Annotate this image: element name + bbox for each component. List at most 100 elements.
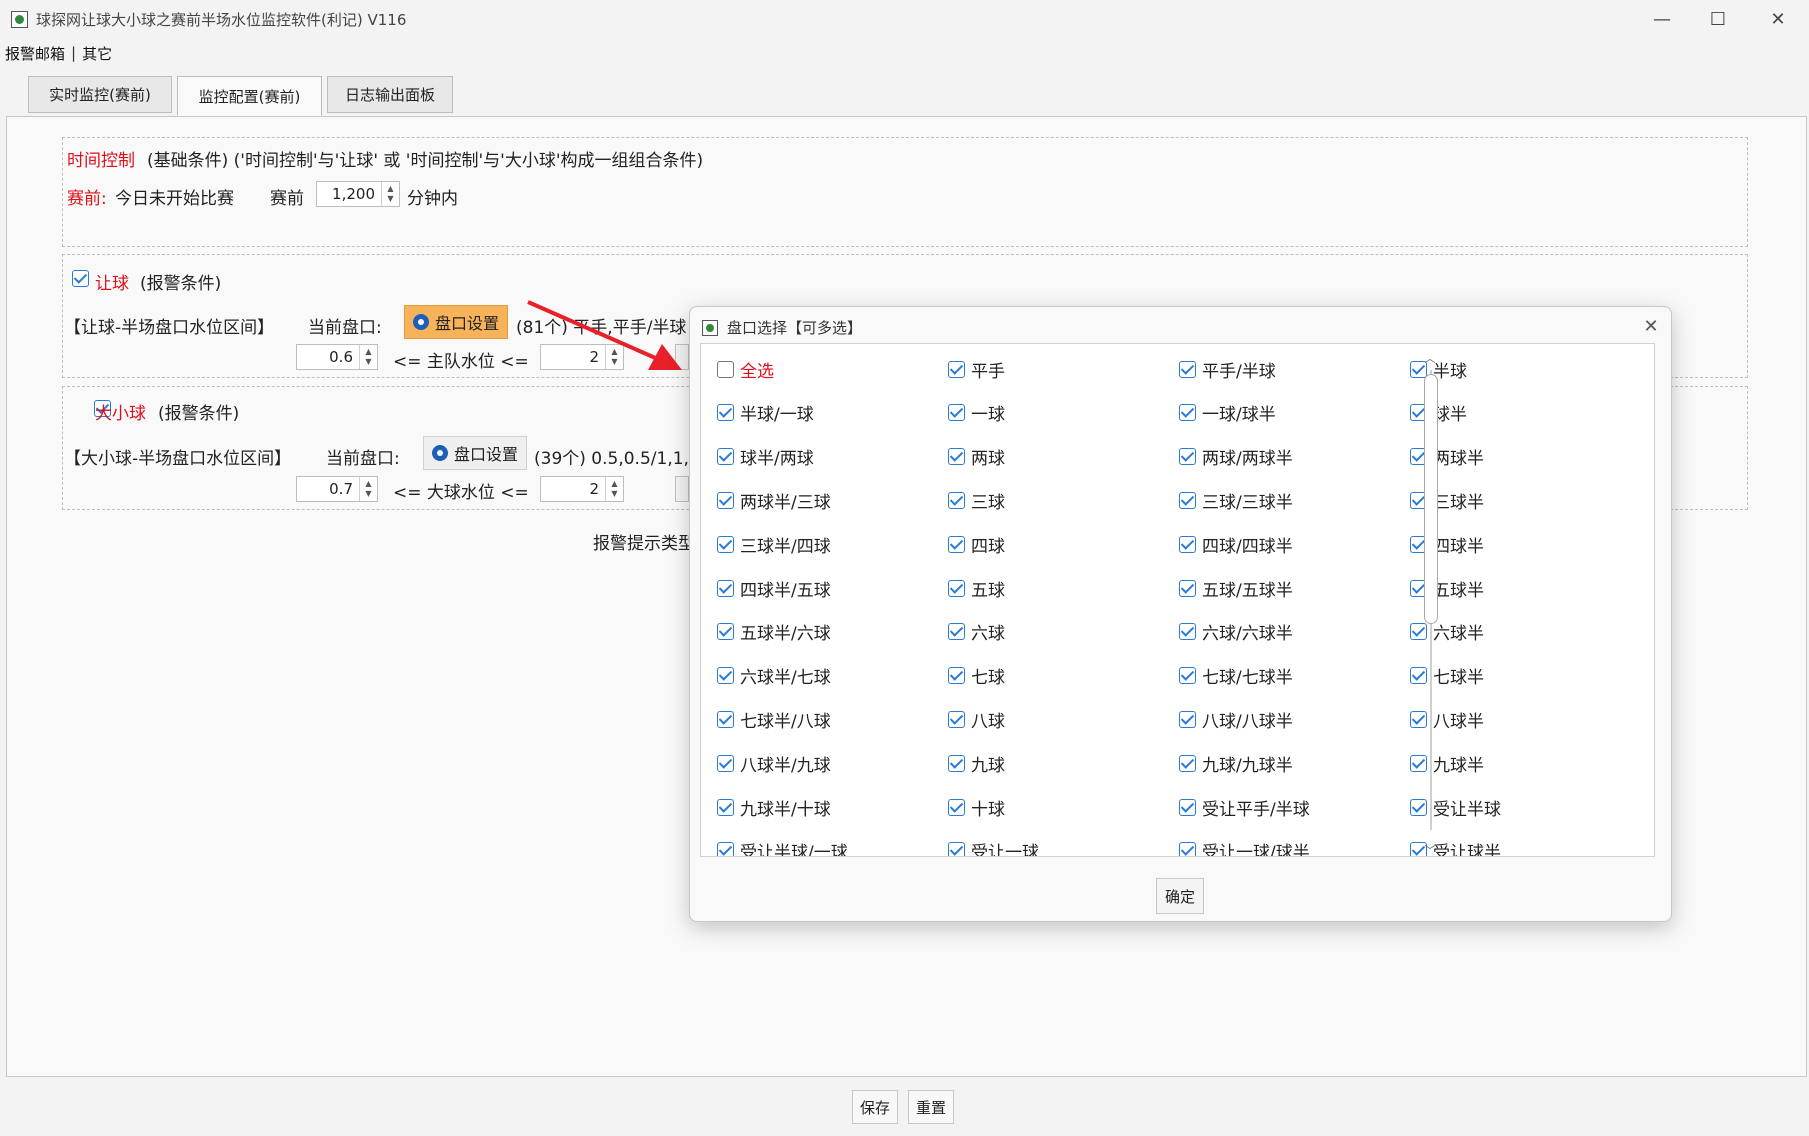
stepper-arrows-icon[interactable]: ▲ ▼ bbox=[359, 477, 377, 501]
dialog-close-button[interactable]: ✕ bbox=[1638, 313, 1664, 339]
save-button[interactable]: 保存 bbox=[852, 1090, 898, 1124]
over-under-max-stepper[interactable]: 2 ▲ ▼ bbox=[540, 476, 624, 502]
handicap-option[interactable]: 三球半 bbox=[1410, 488, 1484, 513]
handicap-option[interactable]: 平手 bbox=[948, 357, 1005, 382]
handicap-option[interactable]: 九球 bbox=[948, 751, 1005, 776]
handicap-option[interactable]: 两球半 bbox=[1410, 445, 1484, 469]
menu-other[interactable]: 其它 bbox=[76, 43, 118, 64]
option-checkbox[interactable] bbox=[717, 448, 734, 466]
handicap-option[interactable]: 三球/三球半 bbox=[1179, 488, 1293, 513]
handicap-option[interactable]: 七球/七球半 bbox=[1179, 664, 1293, 688]
option-checkbox[interactable] bbox=[948, 535, 965, 553]
option-checkbox[interactable] bbox=[717, 535, 734, 553]
option-checkbox[interactable] bbox=[1410, 667, 1427, 685]
menu-alert-email[interactable]: 报警邮箱 bbox=[0, 43, 71, 64]
option-checkbox[interactable] bbox=[1410, 623, 1427, 641]
option-checkbox[interactable] bbox=[717, 579, 734, 597]
handicap-option[interactable]: 八球半 bbox=[1410, 707, 1484, 732]
handicap-option[interactable]: 五球半/六球 bbox=[717, 620, 831, 644]
handicap-option[interactable]: 十球 bbox=[948, 795, 1005, 820]
option-checkbox[interactable] bbox=[1179, 623, 1196, 641]
handicap-option[interactable]: 两球半/三球 bbox=[717, 488, 831, 513]
option-checkbox[interactable] bbox=[717, 710, 734, 728]
option-checkbox[interactable] bbox=[948, 710, 965, 728]
scroll-up-icon[interactable]: ︿ bbox=[1423, 350, 1437, 365]
option-checkbox[interactable] bbox=[717, 798, 734, 816]
option-checkbox[interactable] bbox=[717, 360, 734, 378]
handicap-checkbox[interactable] bbox=[72, 270, 89, 287]
handicap-option[interactable]: 七球 bbox=[948, 664, 1005, 688]
handicap-option[interactable]: 受让半球/一球 bbox=[717, 839, 848, 856]
handicap-option[interactable]: 九球/九球半 bbox=[1179, 751, 1293, 776]
option-checkbox[interactable] bbox=[948, 491, 965, 509]
select-all-option[interactable]: 全选 bbox=[717, 357, 774, 382]
option-checkbox[interactable] bbox=[948, 448, 965, 466]
option-checkbox[interactable] bbox=[1410, 710, 1427, 728]
handicap-option[interactable]: 平手/半球 bbox=[1179, 357, 1276, 382]
scrollbar-thumb[interactable] bbox=[1424, 374, 1438, 624]
scroll-down-icon[interactable]: ﹀ bbox=[1423, 842, 1437, 857]
handicap-option[interactable]: 四球 bbox=[948, 532, 1005, 557]
handicap-option[interactable]: 球半/两球 bbox=[717, 445, 814, 469]
handicap-option[interactable]: 九球半/十球 bbox=[717, 795, 831, 820]
close-button[interactable]: ✕ bbox=[1752, 0, 1804, 38]
over-under-settings-button[interactable]: 盘口设置 bbox=[423, 436, 528, 470]
handicap-option[interactable]: 七球半/八球 bbox=[717, 707, 831, 732]
handicap-option[interactable]: 八球/八球半 bbox=[1179, 707, 1293, 732]
option-checkbox[interactable] bbox=[717, 623, 734, 641]
option-checkbox[interactable] bbox=[1179, 579, 1196, 597]
handicap-option[interactable]: 九球半 bbox=[1410, 751, 1484, 776]
option-checkbox[interactable] bbox=[717, 842, 734, 856]
option-checkbox[interactable] bbox=[948, 842, 965, 856]
option-checkbox[interactable] bbox=[1179, 404, 1196, 422]
option-checkbox[interactable] bbox=[717, 754, 734, 772]
reset-button[interactable]: 重置 bbox=[908, 1090, 954, 1124]
handicap-option[interactable]: 六球/六球半 bbox=[1179, 620, 1293, 644]
handicap-option[interactable]: 六球半/七球 bbox=[717, 664, 831, 688]
option-checkbox[interactable] bbox=[948, 404, 965, 422]
handicap-option[interactable]: 四球半/五球 bbox=[717, 576, 831, 601]
handicap-option[interactable]: 六球半 bbox=[1410, 620, 1484, 644]
handicap-option[interactable]: 八球半/九球 bbox=[717, 751, 831, 776]
minutes-stepper[interactable]: 1,200 ▲ ▼ bbox=[316, 181, 400, 207]
option-checkbox[interactable] bbox=[1179, 491, 1196, 509]
tab-monitor-config[interactable]: 监控配置(赛前) bbox=[177, 76, 322, 116]
option-checkbox[interactable] bbox=[1179, 842, 1196, 856]
handicap-option[interactable]: 三球 bbox=[948, 488, 1005, 513]
option-checkbox[interactable] bbox=[1179, 667, 1196, 685]
stepper-arrows-icon[interactable]: ▲ ▼ bbox=[381, 182, 399, 206]
handicap-option[interactable]: 三球半/四球 bbox=[717, 532, 831, 557]
handicap-option[interactable]: 五球/五球半 bbox=[1179, 576, 1293, 601]
tab-log-output[interactable]: 日志输出面板 bbox=[327, 76, 453, 113]
option-checkbox[interactable] bbox=[717, 491, 734, 509]
handicap-min-stepper[interactable]: 0.6 ▲ ▼ bbox=[296, 344, 378, 370]
handicap-option[interactable]: 受让一球 bbox=[948, 839, 1039, 856]
handicap-option[interactable]: 两球/两球半 bbox=[1179, 445, 1293, 469]
option-checkbox[interactable] bbox=[948, 579, 965, 597]
option-checkbox[interactable] bbox=[1179, 710, 1196, 728]
handicap-option[interactable]: 半球/一球 bbox=[717, 401, 814, 425]
over-under-extra-field[interactable] bbox=[675, 476, 689, 502]
option-checkbox[interactable] bbox=[717, 667, 734, 685]
handicap-option[interactable]: 五球半 bbox=[1410, 576, 1484, 601]
handicap-option[interactable]: 受让一球/球半 bbox=[1179, 839, 1310, 856]
minimize-button[interactable]: — bbox=[1636, 0, 1688, 38]
option-checkbox[interactable] bbox=[1410, 798, 1427, 816]
handicap-option[interactable]: 五球 bbox=[948, 576, 1005, 601]
handicap-option[interactable]: 四球半 bbox=[1410, 532, 1484, 557]
handicap-option[interactable]: 受让平手/半球 bbox=[1179, 795, 1310, 820]
option-checkbox[interactable] bbox=[948, 798, 965, 816]
option-checkbox[interactable] bbox=[1179, 754, 1196, 772]
handicap-option[interactable]: 四球/四球半 bbox=[1179, 532, 1293, 557]
option-checkbox[interactable] bbox=[717, 404, 734, 422]
stepper-arrows-icon[interactable]: ▲ ▼ bbox=[359, 345, 377, 369]
option-checkbox[interactable] bbox=[1179, 360, 1196, 378]
over-under-min-stepper[interactable]: 0.7 ▲ ▼ bbox=[296, 476, 378, 502]
option-checkbox[interactable] bbox=[948, 360, 965, 378]
handicap-option[interactable]: 一球/球半 bbox=[1179, 401, 1276, 425]
handicap-option[interactable]: 七球半 bbox=[1410, 664, 1484, 688]
handicap-option[interactable]: 一球 bbox=[948, 401, 1005, 425]
handicap-option[interactable]: 受让半球 bbox=[1410, 795, 1501, 820]
option-checkbox[interactable] bbox=[1179, 798, 1196, 816]
option-checkbox[interactable] bbox=[1179, 535, 1196, 553]
